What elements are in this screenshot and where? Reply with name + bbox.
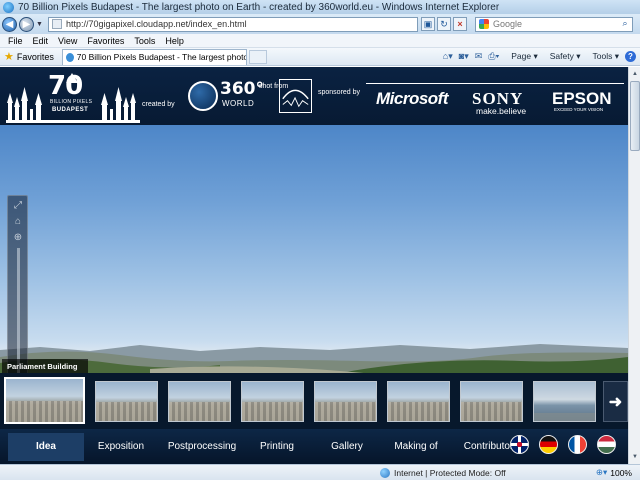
favorites-button[interactable]: ★ Favorites [4,50,54,63]
help-icon[interactable]: ? [625,51,636,62]
logo-number: 70 [48,71,83,101]
site-navigation: Idea Exposition Postprocessing Printing … [0,429,628,464]
flag-french-icon[interactable] [568,435,587,454]
page-menu-label: Page [511,51,532,61]
flag-english-icon[interactable] [510,435,529,454]
thumbnail[interactable] [168,381,231,422]
stop-icon[interactable]: × [453,17,467,31]
zoom-icon: ⊕▾ [595,467,608,477]
scrollbar-thumb[interactable] [630,81,640,151]
thumbnail-parliament[interactable] [4,377,85,424]
browser-tab[interactable]: 70 Billion Pixels Budapest - The largest… [61,48,247,65]
search-placeholder[interactable]: Google [493,19,618,29]
home-view-icon[interactable]: ⌂ [11,215,25,229]
menu-edit[interactable]: Edit [33,36,49,46]
language-selector [500,435,616,454]
nav-postprocessing[interactable]: Postprocessing [158,433,246,461]
url-text[interactable]: http://70gigapixel.cloudapp.net/index_en… [66,19,247,29]
brand-360[interactable]: 360° [220,79,264,99]
refresh-icon[interactable]: ↻ [437,17,451,31]
page-icon [52,19,62,29]
zoom-level[interactable]: ⊕▾ 100% [596,467,632,478]
status-bar: Internet | Protected Mode: Off ⊕▾ 100% [0,464,640,480]
location-logo-icon [279,79,312,113]
zone-text: Internet | Protected Mode: Off [394,467,506,478]
tools-menu-label: Tools [592,51,613,61]
safety-menu-label: Safety [549,51,574,61]
menu-tools[interactable]: Tools [134,36,155,46]
security-zone[interactable]: Internet | Protected Mode: Off [380,467,506,478]
nav-making-of[interactable]: Making of [386,433,446,461]
epson-tagline: EXCEED YOUR VISION [554,107,604,112]
menu-file[interactable]: File [8,36,23,46]
new-tab-button[interactable] [248,49,267,64]
created-by-text: created by [142,101,175,108]
sponsor-epson-logo[interactable]: EPSON [552,89,612,109]
thumbnail[interactable] [460,381,523,422]
globe-icon[interactable] [188,81,218,111]
logo-line-2: BUDAPEST [52,107,89,113]
search-icon[interactable]: ⌕ [618,18,632,31]
thumbnail[interactable] [533,381,596,422]
internet-zone-icon [380,467,390,478]
print-icon[interactable]: ⎙▾ [488,51,499,62]
home-icon[interactable]: ⌂▾ [443,51,453,62]
current-thumbnail-label: Parliament Building [2,359,88,373]
brand-world[interactable]: WORLD [222,99,254,108]
favorites-label: Favorites [16,51,54,62]
menu-favorites[interactable]: Favorites [87,36,124,46]
logo-line-1: BILLION PIXELS [50,99,93,105]
zoom-in-icon[interactable]: ⊕ [11,231,25,245]
star-icon: ★ [4,51,14,63]
tab-label: 70 Billion Pixels Budapest - The largest… [76,52,246,62]
favorites-bar: ★ Favorites 70 Billion Pixels Budapest -… [0,48,640,66]
zoom-slider-track[interactable] [17,248,20,376]
compatibility-view-icon[interactable]: ▣ [421,17,435,31]
flag-german-icon[interactable] [539,435,558,454]
google-icon [479,19,489,29]
flag-hungarian-icon[interactable] [597,435,616,454]
thumbnail[interactable] [95,381,158,422]
scroll-down-icon[interactable]: ▼ [630,452,640,462]
back-button[interactable]: ◀ [2,16,17,32]
thumbnail[interactable] [387,381,450,422]
fullscreen-icon[interactable]: ⤢ [11,199,25,213]
vertical-scrollbar[interactable]: ▲ ▼ [628,67,640,464]
safety-menu[interactable]: Safety ▾ [544,51,581,62]
window-titlebar: 70 Billion Pixels Budapest - The largest… [0,0,640,14]
thumbnail[interactable] [314,381,377,422]
thumbnail-strip: ➜ [0,373,628,429]
sony-tagline: make.believe [476,106,527,116]
window-title: 70 Billion Pixels Budapest - The largest… [18,1,500,13]
tools-menu[interactable]: Tools ▾ [587,51,619,62]
menu-view[interactable]: View [58,36,77,46]
mail-icon[interactable]: ✉ [475,51,483,62]
nav-printing[interactable]: Printing [246,433,308,461]
feeds-icon[interactable]: ◙▾ [459,51,469,62]
forward-button[interactable]: ▶ [19,16,34,32]
nav-gallery[interactable]: Gallery [308,433,386,461]
search-box[interactable]: Google ⌕ [475,16,633,32]
menu-help[interactable]: Help [165,36,184,46]
ie-logo-icon [3,1,14,13]
nav-exposition[interactable]: Exposition [84,433,158,461]
sponsor-divider [366,83,624,84]
address-bar[interactable]: http://70gigapixel.cloudapp.net/index_en… [48,16,418,32]
scroll-up-icon[interactable]: ▲ [630,69,640,79]
thumbnail[interactable] [241,381,304,422]
sponsor-microsoft-logo[interactable]: Microsoft [376,89,449,109]
tab-favicon-icon [65,52,74,62]
nav-idea[interactable]: Idea [8,432,84,461]
sponsored-by-text: sponsored by [318,89,361,96]
page-viewport: 70 BILLION PIXELS BUDAPEST created by 36… [0,67,628,464]
address-row: ◀ ▶ ▼ http://70gigapixel.cloudapp.net/in… [0,14,640,34]
next-thumbnails-arrow-icon[interactable]: ➜ [603,381,628,422]
menu-bar: File Edit View Favorites Tools Help [0,34,640,48]
site-header: 70 BILLION PIXELS BUDAPEST created by 36… [0,67,628,125]
zoom-text: 100% [610,467,632,478]
history-dropdown-icon[interactable]: ▼ [36,21,44,28]
page-menu[interactable]: Page ▾ [505,51,538,62]
